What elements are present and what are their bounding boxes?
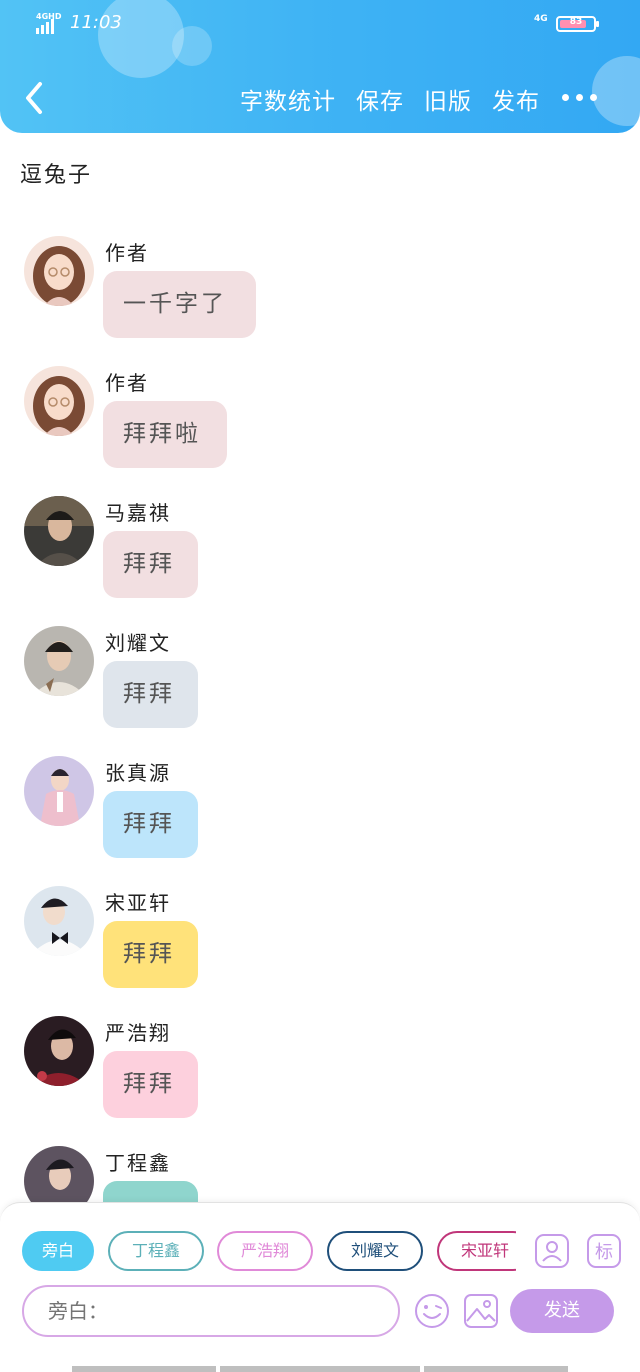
send-button[interactable]: 发送 xyxy=(510,1289,614,1333)
publish-button[interactable]: 发布 xyxy=(492,82,540,116)
message-bubble[interactable]: 拜拜 xyxy=(103,921,198,988)
old-version-button[interactable]: 旧版 xyxy=(424,82,472,116)
role-chip[interactable]: 刘耀文 xyxy=(327,1231,423,1271)
speaker-name: 严浩翔 xyxy=(105,1021,171,1045)
avatar[interactable] xyxy=(24,236,94,306)
speaker-name: 刘耀文 xyxy=(105,631,171,655)
character-icon[interactable] xyxy=(534,1233,570,1269)
role-chip[interactable]: 严浩翔 xyxy=(217,1231,313,1271)
role-selector: 旁白 丁程鑫 严浩翔 刘耀文 宋亚轩 xyxy=(22,1229,516,1273)
tag-icon[interactable]: 标 xyxy=(586,1233,622,1269)
role-chip-narration[interactable]: 旁白 xyxy=(22,1231,94,1271)
avatar[interactable] xyxy=(24,496,94,566)
message-bubble[interactable]: 拜拜啦 xyxy=(103,401,227,468)
message-bubble[interactable]: 拜拜 xyxy=(103,661,198,728)
battery-level: 83 xyxy=(569,17,583,27)
back-button[interactable] xyxy=(20,78,50,118)
signal-icon: 4GHD xyxy=(36,12,62,34)
top-app-bar: 4GHD 11:03 4G 83 字数统计 保存 旧版 发布 xyxy=(0,0,640,133)
status-time: 11:03 xyxy=(70,12,122,33)
more-options-icon[interactable] xyxy=(562,94,597,101)
system-nav-bar xyxy=(72,1366,216,1372)
role-chip[interactable]: 宋亚轩 xyxy=(437,1231,516,1271)
speaker-name: 作者 xyxy=(105,371,149,395)
avatar[interactable] xyxy=(24,756,94,826)
speaker-name: 张真源 xyxy=(105,761,171,785)
message-bubble[interactable]: 拜拜 xyxy=(103,791,198,858)
speaker-name: 作者 xyxy=(105,241,149,265)
chevron-left-icon xyxy=(26,82,42,114)
speaker-name: 马嘉祺 xyxy=(105,501,171,525)
word-count-button[interactable]: 字数统计 xyxy=(240,82,336,116)
header-actions: 字数统计 保存 旧版 发布 xyxy=(240,82,540,116)
system-nav-bar xyxy=(424,1366,568,1372)
speaker-name: 丁程鑫 xyxy=(105,1151,171,1175)
system-nav-bar xyxy=(220,1366,420,1372)
status-bar: 4GHD 11:03 4G 83 xyxy=(0,8,640,38)
decorative-bubble xyxy=(592,56,640,126)
avatar[interactable] xyxy=(24,1016,94,1086)
avatar[interactable] xyxy=(24,366,94,436)
story-title: 逗兔子 xyxy=(20,163,93,188)
message-input[interactable] xyxy=(22,1285,400,1337)
save-button[interactable]: 保存 xyxy=(356,82,404,116)
battery-icon: 83 xyxy=(556,16,599,32)
speaker-name: 宋亚轩 xyxy=(105,891,171,915)
message-bubble[interactable]: 一千字了 xyxy=(103,271,256,338)
message-bubble[interactable]: 拜拜 xyxy=(103,1051,198,1118)
tag-icon-label: 标 xyxy=(595,1242,613,1263)
composer-panel: 旁白 丁程鑫 严浩翔 刘耀文 宋亚轩 标 发送 xyxy=(0,1202,640,1372)
avatar[interactable] xyxy=(24,886,94,956)
message-bubble[interactable]: 拜拜 xyxy=(103,531,198,598)
image-icon[interactable] xyxy=(463,1293,499,1329)
emoji-icon[interactable] xyxy=(414,1293,450,1329)
network-type: 4G xyxy=(534,14,548,24)
role-chip[interactable]: 丁程鑫 xyxy=(108,1231,204,1271)
avatar[interactable] xyxy=(24,626,94,696)
